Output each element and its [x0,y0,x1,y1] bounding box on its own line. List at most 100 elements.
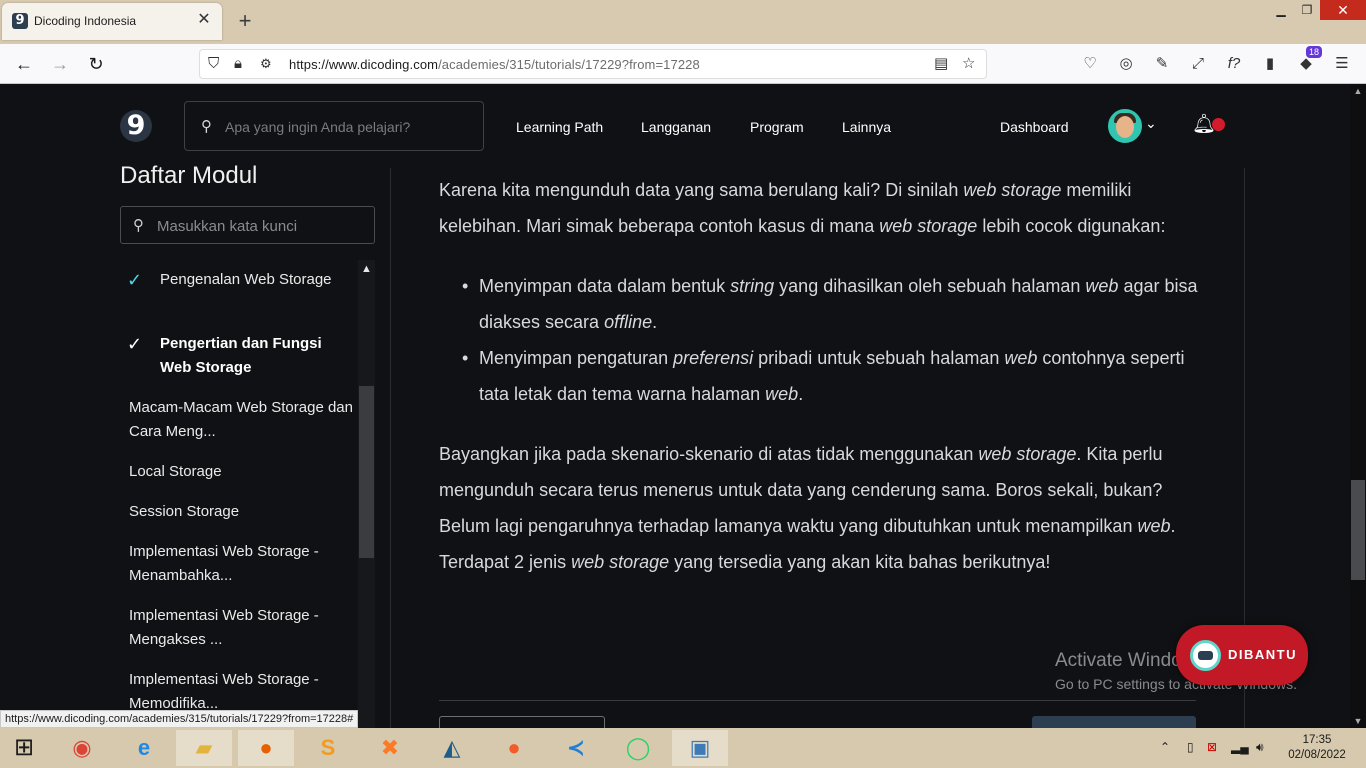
extension-resize-icon[interactable]: ⤢ [1184,52,1212,76]
module-item-label: Pengertian dan Fungsi Web Storage [160,335,322,376]
chrome-icon[interactable]: ◉ [54,730,110,766]
extension-notes-icon[interactable]: ▮ [1256,52,1284,76]
internet-explorer-icon[interactable]: e [116,730,172,766]
vscode-icon[interactable]: ≺ [548,730,604,766]
module-list: ✓ Pengenalan Web Storage ✓ Pengertian da… [120,260,358,728]
nav-dashboard[interactable]: Dashboard [1000,119,1069,135]
check-icon: ✓ [127,270,143,290]
previous-button[interactable] [439,716,605,728]
dibantu-help-button[interactable]: DIBANTU [1176,625,1308,685]
extension-formula-icon[interactable]: f? [1220,52,1248,76]
module-item-label: Macam-Macam Web Storage dan Cara Meng... [129,399,353,440]
windows-taskbar: ⊞ ◉ e ▰ ● S ✖ ◭ ● ≺ ◯ ▣ ⌃ ▯ ⊠ ▂▄ 🔊︎ 17:3… [0,728,1366,768]
reader-view-icon[interactable]: ▤ [934,55,948,73]
address-bar[interactable]: ⛉ 🔒︎ ⚙︎ https://www.dicoding.com/academi… [199,49,987,79]
taskbar-clock[interactable]: 17:35 02/08/2022 [1287,733,1347,763]
page-scrollbar[interactable]: ▲ ▼ [1350,84,1366,728]
module-item-label: Session Storage [129,503,240,520]
emphasis-text: web storage [879,216,978,236]
emphasis-text: offline [604,312,653,332]
tab-title: Dicoding Indonesia [34,14,137,28]
new-tab-button[interactable]: + [232,8,258,34]
xampp-icon[interactable]: ✖ [362,730,418,766]
nav-learning-path[interactable]: Learning Path [516,119,603,135]
dibantu-label: DIBANTU [1228,647,1297,662]
module-item-label: Implementasi Web Storage - Memodifika... [129,671,319,712]
pocket-icon[interactable]: ♡ [1076,52,1104,76]
minimize-icon[interactable]: ▁ [1268,0,1294,20]
dicoding-logo[interactable]: 9 [120,110,152,142]
tray-chevron-icon[interactable]: ⌃ [1160,740,1170,754]
list-item: Menyimpan pengaturan preferensi pribadi … [462,340,1199,412]
nav-program[interactable]: Program [750,119,804,135]
forward-arrow-icon[interactable]: → [46,50,74,78]
url-text: https://www.dicoding.com/academies/315/t… [289,57,700,72]
emphasis-text: web storage [978,444,1077,464]
emphasis-text: web [1137,516,1171,536]
module-item-label: Implementasi Web Storage - Mengakses ... [129,607,319,648]
volume-icon[interactable]: 🔊︎ [1256,740,1264,755]
back-arrow-icon[interactable]: ← [10,50,38,78]
browser-tab-bar: 9 Dicoding Indonesia ✕ + ▁ ❐ ✕ [0,0,1366,44]
menu-hamburger-icon[interactable]: ☰ [1328,52,1356,76]
nav-langganan[interactable]: Langganan [641,119,711,135]
sublime-text-icon[interactable]: S [300,730,356,766]
emphasis-text: string [730,276,775,296]
extension-pen-icon[interactable]: ✎ [1148,52,1176,76]
module-item-label: Implementasi Web Storage - Menambahka... [129,543,319,584]
scroll-down-icon[interactable]: ▼ [1350,716,1366,726]
module-search-input[interactable] [157,216,367,236]
shield-icon[interactable]: ⛉ [208,55,219,73]
reload-icon[interactable]: ↻ [82,50,110,78]
status-url: https://www.dicoding.com/academies/315/t… [0,710,359,728]
article-content: Karena kita mengunduh data yang sama ber… [439,172,1199,604]
browser-nav-bar: ← → ↻ ⛉ 🔒︎ ⚙︎ https://www.dicoding.com/a… [0,44,1366,84]
battery-icon[interactable]: ▯ [1187,740,1194,754]
postman-icon[interactable]: ● [486,730,542,766]
extension-glasses-icon[interactable]: ◎ [1112,52,1140,76]
module-list-title: Daftar Modul [120,162,258,189]
firefox-icon[interactable]: ● [238,730,294,766]
example-list: Menyimpan data dalam bentuk string yang … [462,268,1199,412]
emphasis-text: web storage [571,552,670,572]
lock-icon[interactable]: 🔒︎ [234,55,242,73]
mysql-workbench-icon[interactable]: ◭ [424,730,480,766]
module-search[interactable]: ⚲ [120,206,375,244]
photos-icon[interactable]: ▣ [672,730,728,766]
module-item-label: Local Storage [129,463,222,480]
whatsapp-icon[interactable]: ◯ [610,730,666,766]
extension-badge-icon[interactable]: ◆ 18 [1292,46,1322,76]
paragraph-intro: Karena kita mengunduh data yang sama ber… [439,180,1166,236]
windows-start-icon[interactable]: ⊞ [0,730,48,766]
window-controls: ▁ ❐ ✕ [1268,0,1366,20]
scroll-up-icon[interactable]: ▲ [358,260,375,278]
permissions-icon[interactable]: ⚙︎ [260,55,272,73]
paragraph-conclusion: Bayangkan jika pada skenario-skenario di… [439,444,1176,572]
browser-tab[interactable]: 9 Dicoding Indonesia ✕ [2,3,222,40]
signal-icon[interactable]: ▂▄ [1231,740,1249,754]
extension-badge-count: 18 [1305,46,1322,58]
robot-icon [1190,640,1221,671]
avatar-face [1116,116,1134,138]
site-search[interactable]: ⚲ [184,101,484,151]
site-search-input[interactable] [225,116,465,138]
window-close-icon[interactable]: ✕ [1320,0,1366,20]
nav-lainnya[interactable]: Lainnya [842,119,891,135]
dicoding-favicon: 9 [12,13,28,29]
restore-icon[interactable]: ❐ [1294,0,1320,20]
file-explorer-icon[interactable]: ▰ [176,730,232,766]
scroll-up-icon[interactable]: ▲ [1350,86,1366,96]
emphasis-text: preferensi [673,348,754,368]
module-list-scrollbar[interactable]: ▲ [358,260,375,728]
scrollbar-thumb[interactable] [359,386,374,558]
content-divider-left [390,168,391,728]
page-scrollbar-thumb[interactable] [1351,480,1365,580]
next-button[interactable] [1032,716,1196,728]
emphasis-text: web [765,384,799,404]
article-divider [439,700,1196,701]
tab-close-icon[interactable]: ✕ [194,10,214,30]
chevron-down-icon[interactable]: ⌄ [1145,115,1157,132]
bookmark-star-icon[interactable]: ☆ [962,55,975,73]
network-disconnected-icon[interactable]: ⊠ [1207,740,1217,754]
avatar[interactable] [1108,109,1142,143]
